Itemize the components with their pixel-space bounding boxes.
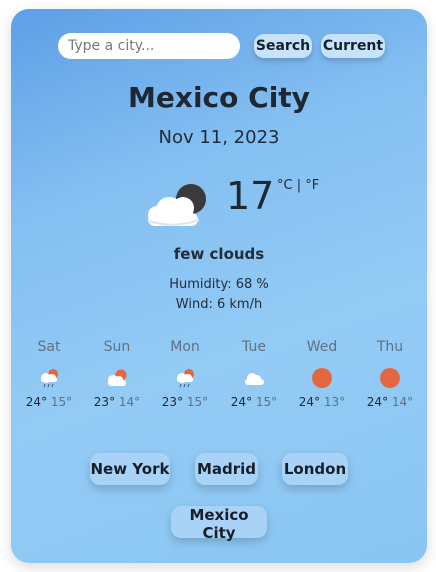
celsius-link[interactable]: °C [277, 178, 293, 193]
forecast-day: Sun 23° 14° [86, 339, 148, 409]
search-button[interactable]: Search [254, 34, 312, 58]
city-button-new-york[interactable]: New York [90, 453, 170, 485]
forecast-day-name: Tue [242, 339, 266, 355]
unit-separator: | [296, 178, 302, 193]
rain-sun-icon [177, 369, 194, 388]
wind: Wind: 6 km/h [175, 297, 263, 312]
forecast-max: 24° [298, 395, 321, 409]
forecast-max: 23° [161, 395, 184, 409]
forecast-day-name: Wed [306, 339, 338, 355]
rain-sun-icon [41, 369, 58, 388]
current-temperature: 17 [226, 174, 275, 218]
forecast-day-name: Sun [103, 339, 131, 355]
forecast-max: 24° [366, 395, 389, 409]
forecast-min: 14° [391, 395, 414, 409]
weather-description: few clouds [173, 245, 265, 263]
forecast-day: Mon 23° 15° [154, 339, 216, 409]
sun-icon [380, 368, 400, 388]
forecast-max: 24° [25, 395, 48, 409]
city-button-london[interactable]: London [282, 453, 348, 485]
forecast-day-name: Sat [37, 339, 61, 355]
cloud-icon [245, 373, 264, 385]
forecast-day: Tue 24° 15° [223, 339, 285, 409]
city-button-mexico-city[interactable]: Mexico City [171, 506, 267, 542]
forecast-max: 23° [93, 395, 116, 409]
few-clouds-night-icon [148, 184, 206, 226]
weather-card: Search Current Mexico City Nov 11, 2023 … [11, 9, 427, 563]
forecast-day: Thu 24° 14° [359, 339, 421, 409]
forecast-min: 15° [50, 395, 73, 409]
fahrenheit-link[interactable]: °F [305, 178, 319, 193]
forecast-min: 15° [255, 395, 278, 409]
forecast-day-name: Mon [170, 339, 200, 355]
city-button-madrid[interactable]: Madrid [195, 453, 258, 485]
forecast-max: 24° [230, 395, 253, 409]
forecast-min: 15° [186, 395, 209, 409]
forecast-min: 13° [323, 395, 346, 409]
forecast-min: 14° [118, 395, 141, 409]
current-date: Nov 11, 2023 [158, 127, 280, 148]
forecast-day-name: Thu [376, 339, 404, 355]
city-search-input[interactable] [58, 33, 240, 59]
forecast-day: Sat 24° 15° [18, 339, 80, 409]
cloud-sun-icon [108, 369, 127, 386]
search-row: Search Current [11, 33, 427, 59]
forecast-day: Wed 24° 13° [291, 339, 353, 409]
sun-icon [312, 368, 332, 388]
humidity: Humidity: 68 % [169, 277, 269, 292]
unit-toggle: °C | °F [277, 178, 319, 193]
current-location-button[interactable]: Current [321, 34, 385, 58]
city-name: Mexico City [128, 81, 310, 114]
